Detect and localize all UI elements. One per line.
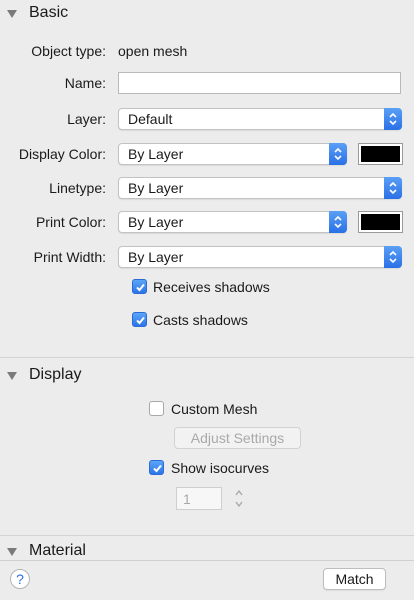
receives-shadows-checkbox[interactable] [132,279,147,294]
chevron-updown-icon[interactable] [329,211,347,233]
linetype-select-value: By Layer [128,180,184,196]
print-color-swatch[interactable] [358,211,403,233]
section-basic-title: Basic [29,4,69,21]
swatch-fill [361,214,400,230]
display-color-swatch[interactable] [358,143,403,165]
print-width-select-value: By Layer [128,249,184,265]
isocurve-density-value: 1 [183,491,191,507]
casts-shadows-checkbox[interactable] [132,312,147,327]
chevron-updown-icon[interactable] [384,108,402,130]
layer-select[interactable]: Default [118,108,402,130]
bottom-bar: ? Match [0,560,414,600]
section-divider [0,535,414,536]
match-button[interactable]: Match [323,568,386,590]
disclosure-triangle-icon[interactable] [7,372,17,380]
chevron-updown-icon [235,489,243,508]
section-material-title: Material [29,542,86,559]
casts-shadows-label[interactable]: Casts shadows [153,312,248,328]
print-color-label: Print Color: [35,214,106,230]
checkmark-icon [136,316,145,325]
print-width-label: Print Width: [33,249,106,265]
linetype-label: Linetype: [49,180,106,196]
print-width-select[interactable]: By Layer [118,246,402,268]
name-field[interactable] [118,72,401,94]
object-type-value: open mesh [118,43,188,59]
adjust-settings-button[interactable]: Adjust Settings [174,427,301,449]
layer-label: Layer: [67,111,106,127]
show-isocurves-label[interactable]: Show isocurves [171,460,269,476]
isocurve-density-stepper[interactable] [233,487,245,510]
disclosure-triangle-icon[interactable] [7,10,17,18]
section-display-header[interactable]: Display [0,362,414,390]
show-isocurves-checkbox[interactable] [149,460,164,475]
section-material-header[interactable]: Material [0,538,414,560]
print-color-select-value: By Layer [128,214,184,230]
linetype-select[interactable]: By Layer [118,177,402,199]
section-divider [0,357,414,358]
layer-select-value: Default [128,111,173,127]
section-basic-header[interactable]: Basic [0,0,414,28]
display-color-select-value: By Layer [128,146,184,162]
swatch-fill [361,146,400,162]
chevron-updown-icon[interactable] [384,246,402,268]
disclosure-triangle-icon[interactable] [7,548,17,556]
custom-mesh-label[interactable]: Custom Mesh [171,401,257,417]
print-color-select[interactable]: By Layer [118,211,347,233]
name-label: Name: [64,75,106,91]
chevron-updown-icon[interactable] [384,177,402,199]
isocurve-density-field[interactable]: 1 [176,487,222,510]
checkmark-icon [136,283,145,292]
custom-mesh-checkbox[interactable] [149,401,164,416]
section-display-title: Display [29,366,82,383]
checkmark-icon [153,464,162,473]
chevron-updown-icon[interactable] [329,143,347,165]
object-type-label: Object type: [31,43,106,59]
display-color-select[interactable]: By Layer [118,143,347,165]
receives-shadows-label[interactable]: Receives shadows [153,279,270,295]
help-button[interactable]: ? [10,569,30,589]
display-color-label: Display Color: [18,146,106,162]
